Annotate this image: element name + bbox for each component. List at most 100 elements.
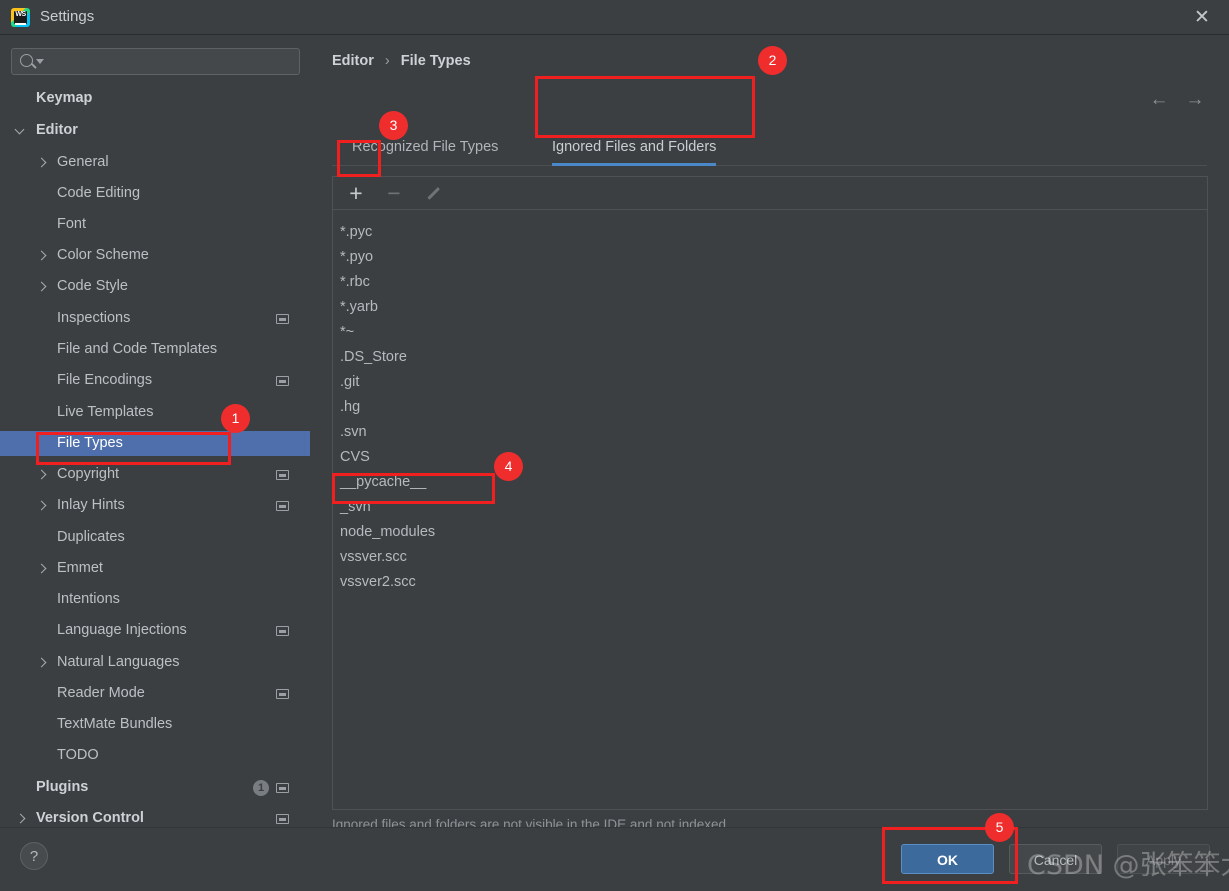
sidebar-item-label: Reader Mode	[57, 681, 145, 706]
sidebar-item-label: Inlay Hints	[57, 493, 125, 518]
sidebar-item-color-scheme[interactable]: Color Scheme	[0, 243, 310, 268]
list-item[interactable]: .svn	[333, 420, 1207, 445]
sidebar-item-inspections[interactable]: Inspections	[0, 306, 310, 331]
breadcrumb: Editor › File Types	[332, 53, 471, 69]
breadcrumb-current: File Types	[401, 53, 471, 69]
sidebar-item-font[interactable]: Font	[0, 212, 310, 237]
list-item[interactable]: node_modules	[333, 520, 1207, 545]
tab-recognized-file-types[interactable]: Recognized File Types	[352, 132, 498, 165]
webstorm-icon: WS	[11, 8, 30, 27]
sidebar-item-label: Natural Languages	[57, 650, 180, 675]
project-scope-icon	[276, 376, 289, 386]
sidebar-item-intentions[interactable]: Intentions	[0, 587, 310, 612]
list-item[interactable]: .git	[333, 370, 1207, 395]
chevron-right-icon[interactable]	[36, 493, 48, 518]
list-item[interactable]: _svn	[333, 495, 1207, 520]
sidebar-item-general[interactable]: General	[0, 150, 310, 175]
sidebar-item-label: File and Code Templates	[57, 337, 217, 362]
sidebar-item-reader-mode[interactable]: Reader Mode	[0, 681, 310, 706]
list-item[interactable]: *.pyc	[333, 220, 1207, 245]
chevron-down-icon[interactable]	[36, 59, 44, 64]
project-scope-icon	[276, 501, 289, 511]
help-icon[interactable]: ?	[20, 842, 48, 870]
sidebar-item-emmet[interactable]: Emmet	[0, 556, 310, 581]
breadcrumb-separator-icon: ›	[385, 53, 390, 69]
sidebar-item-editor[interactable]: Editor	[0, 118, 310, 143]
close-icon[interactable]: ✕	[1189, 5, 1215, 31]
settings-content-panel: Editor › File Types ← → Recognized File …	[311, 36, 1229, 826]
sidebar-item-badge: 1	[253, 780, 269, 796]
list-item[interactable]: __pycache__	[333, 470, 1207, 495]
search-input[interactable]	[46, 52, 294, 72]
list-item[interactable]: *.rbc	[333, 270, 1207, 295]
list-item[interactable]: .DS_Store	[333, 345, 1207, 370]
remove-button[interactable]: −	[375, 177, 413, 209]
settings-dialog: WS Settings ✕ KeymapEditorGeneralCode Ed…	[0, 0, 1229, 891]
sidebar-item-label: Inspections	[57, 306, 130, 331]
ok-button[interactable]: OK	[901, 844, 994, 874]
sidebar-item-file-encodings[interactable]: File Encodings	[0, 368, 310, 393]
chevron-right-icon[interactable]	[36, 462, 48, 487]
chevron-right-icon[interactable]	[36, 150, 48, 175]
sidebar-item-language-injections[interactable]: Language Injections	[0, 618, 310, 643]
annotation-badge-1: 1	[221, 404, 250, 433]
search-box[interactable]	[11, 48, 300, 75]
breadcrumb-parent[interactable]: Editor	[332, 53, 374, 69]
sidebar-item-file-types[interactable]: File Types	[0, 431, 310, 456]
annotation-badge-4: 4	[494, 452, 523, 481]
sidebar-item-label: Plugins	[36, 775, 88, 800]
chevron-right-icon[interactable]	[36, 274, 48, 299]
chevron-right-icon[interactable]	[36, 243, 48, 268]
chevron-right-icon[interactable]	[15, 806, 27, 826]
sidebar-item-natural-languages[interactable]: Natural Languages	[0, 650, 310, 675]
list-item[interactable]: *.pyo	[333, 245, 1207, 270]
sidebar-item-todo[interactable]: TODO	[0, 743, 310, 768]
project-scope-icon	[276, 689, 289, 699]
sidebar-scrollbar-track[interactable]	[296, 36, 305, 776]
sidebar-item-label: Code Editing	[57, 181, 140, 206]
sidebar-item-textmate-bundles[interactable]: TextMate Bundles	[0, 712, 310, 737]
add-button[interactable]: +	[337, 177, 375, 209]
sidebar-item-live-templates[interactable]: Live Templates	[0, 400, 310, 425]
sidebar-item-file-and-code-templates[interactable]: File and Code Templates	[0, 337, 310, 362]
list-item[interactable]: CVS	[333, 445, 1207, 470]
chevron-right-icon[interactable]	[36, 650, 48, 675]
chevron-right-icon[interactable]	[36, 556, 48, 581]
list-item[interactable]: .hg	[333, 395, 1207, 420]
sidebar-item-label: Emmet	[57, 556, 103, 581]
project-scope-icon	[276, 626, 289, 636]
sidebar-item-label: Live Templates	[57, 400, 153, 425]
arrow-right-icon[interactable]: →	[1183, 88, 1207, 112]
pencil-icon	[425, 186, 440, 201]
sidebar-item-version-control[interactable]: Version Control	[0, 806, 310, 826]
sidebar-item-label: Font	[57, 212, 86, 237]
annotation-badge-3: 3	[379, 111, 408, 140]
sidebar-item-keymap[interactable]: Keymap	[0, 86, 310, 111]
settings-tree: Keymap Editor General Code Editing Font Color…	[0, 86, 310, 826]
sidebar-item-copyright[interactable]: Copyright	[0, 462, 310, 487]
sidebar-item-label: Copyright	[57, 462, 119, 487]
list-item[interactable]: *.yarb	[333, 295, 1207, 320]
list-item[interactable]: vssver2.scc	[333, 570, 1207, 595]
sidebar-item-plugins[interactable]: Plugins 1	[0, 775, 310, 800]
sidebar-item-label: Editor	[36, 118, 78, 143]
sidebar-item-label: Version Control	[36, 806, 144, 826]
project-scope-icon	[276, 314, 289, 324]
list-item[interactable]: vssver.scc	[333, 545, 1207, 570]
sidebar-item-label: Intentions	[57, 587, 120, 612]
cancel-button[interactable]: Cancel	[1009, 844, 1102, 874]
sidebar-item-code-style[interactable]: Code Style	[0, 274, 310, 299]
tab-ignored-files-and-folders[interactable]: Ignored Files and Folders	[552, 132, 716, 165]
edit-button[interactable]	[413, 177, 451, 209]
sidebar-item-inlay-hints[interactable]: Inlay Hints	[0, 493, 310, 518]
project-scope-icon	[276, 783, 289, 793]
sidebar-item-duplicates[interactable]: Duplicates	[0, 525, 310, 550]
arrow-left-icon[interactable]: ←	[1147, 88, 1171, 112]
annotation-badge-5: 5	[985, 813, 1014, 842]
sidebar-item-code-editing[interactable]: Code Editing	[0, 181, 310, 206]
chevron-down-icon[interactable]	[15, 118, 27, 143]
list-item[interactable]: *~	[333, 320, 1207, 345]
search-icon	[20, 54, 33, 67]
apply-button[interactable]: Apply	[1117, 844, 1210, 874]
sidebar-item-label: TextMate Bundles	[57, 712, 172, 737]
